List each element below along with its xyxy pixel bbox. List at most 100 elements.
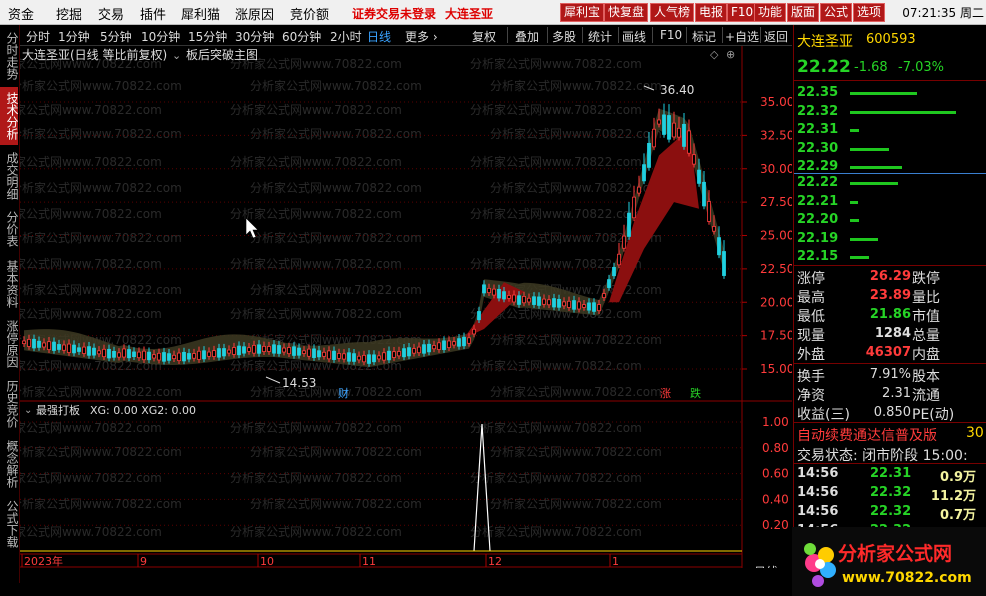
stat-label: 总量: [912, 328, 940, 344]
tab-price-table[interactable]: 分价表: [0, 207, 19, 251]
promo-banner-tail: 30: [966, 425, 984, 441]
candle-body: [357, 355, 361, 361]
indicator-tick-label: 0.80: [762, 441, 789, 455]
period-15min[interactable]: 15分钟: [188, 28, 227, 45]
btn-formula[interactable]: 公式: [820, 3, 853, 22]
tick-time: 14:56: [797, 466, 839, 481]
period-2hour[interactable]: 2小时: [330, 28, 362, 45]
watermark-text: 分析家公式网www.70822.com: [20, 282, 182, 297]
separator: [547, 27, 548, 43]
tab-basic-info[interactable]: 基本资料: [0, 255, 19, 313]
candle-body: [117, 352, 121, 358]
tab-limit-reason[interactable]: 涨停原因: [0, 315, 19, 373]
tool-add-watchlist[interactable]: +自选: [725, 28, 759, 45]
stat-label: 流通: [912, 388, 940, 404]
period-60min[interactable]: 60分钟: [282, 28, 321, 45]
candle-body: [292, 346, 296, 356]
stat-label: 市值: [912, 309, 940, 325]
period-more[interactable]: 更多 ›: [405, 28, 438, 45]
buy-volume-bar: [850, 182, 898, 185]
candle-body: [27, 338, 31, 347]
btn-xilibao[interactable]: 犀利宝: [560, 3, 605, 22]
stat-value: 23.89: [869, 288, 911, 303]
stat-value: 46307: [865, 345, 911, 360]
period-30min[interactable]: 30分钟: [235, 28, 274, 45]
menu-item-funds[interactable]: 资金: [8, 4, 34, 23]
watermark-text: 分析家公式网www.70822.com: [230, 206, 402, 221]
zoom-icon[interactable]: ⊕: [726, 48, 735, 61]
period-5min[interactable]: 5分钟: [100, 28, 132, 45]
period-intraday[interactable]: 分时: [26, 28, 50, 45]
period-10min[interactable]: 10分钟: [141, 28, 180, 45]
tool-back[interactable]: 返回: [764, 28, 788, 45]
tab-trades[interactable]: 成交明细: [0, 147, 19, 205]
tab-formula-download[interactable]: 公式下载: [0, 495, 19, 553]
indicator-tick-label: 0.40: [762, 492, 789, 506]
btn-layout[interactable]: 版面: [787, 3, 820, 22]
candle-body: [412, 348, 416, 354]
candle-body: [57, 344, 61, 350]
marker-cai[interactable]: 财: [338, 386, 349, 400]
tool-mark[interactable]: 标记: [692, 28, 716, 45]
candle-body: [162, 352, 166, 362]
marker-die[interactable]: 跌: [690, 386, 701, 400]
kline-chart[interactable]: 分析家公式网www.70822.com 分析家公式网www.70822.com 分析…: [20, 46, 792, 568]
candle-body: [62, 344, 66, 351]
tool-statistics[interactable]: 统计: [588, 28, 612, 45]
candle-body: [642, 164, 646, 182]
watermark-text: 分析家公式网www.70822.com: [490, 332, 662, 347]
watermark-text: 分析家公式网www.70822.com: [230, 102, 402, 117]
menu-item-mining[interactable]: 挖掘: [56, 4, 82, 23]
tab-technical[interactable]: 技术分析: [0, 87, 19, 145]
tab-concept[interactable]: 概念解析: [0, 435, 19, 493]
tool-draw-line[interactable]: 画线: [622, 28, 646, 45]
marker-zhang[interactable]: 涨: [660, 387, 671, 400]
watermark-text: 分析家公式网www.70822.com: [490, 496, 662, 511]
candle-body: [252, 344, 256, 354]
candle-body: [637, 186, 641, 194]
promo-banner[interactable]: 自动续费通达信普及版: [797, 425, 937, 445]
tab-auction-history[interactable]: 历史竞价: [0, 375, 19, 433]
separator: [760, 27, 761, 43]
btn-popularity[interactable]: 人气榜: [650, 3, 695, 22]
tool-overlay[interactable]: 叠加: [515, 28, 539, 45]
btn-quick-review[interactable]: 快复盘: [604, 3, 649, 22]
period-daily[interactable]: 日线: [367, 28, 391, 45]
watermark-text: 分析家公式网www.70822.com: [230, 470, 402, 485]
sell-price: 22.32: [797, 103, 839, 119]
candle-body: [527, 297, 531, 303]
chevron-down-icon[interactable]: ⌄: [172, 49, 181, 62]
menu-item-xilimao[interactable]: 犀利猫: [181, 4, 220, 23]
stat-value: 21.86: [869, 307, 911, 322]
watermark-text: 分析家公式网www.70822.com: [490, 126, 662, 141]
candle-body: [662, 114, 666, 135]
candle-body: [577, 301, 581, 310]
stat-value: 2.31: [882, 386, 911, 401]
overlay-name[interactable]: 板后突破主图: [186, 47, 258, 62]
chevron-down-icon[interactable]: ⌄: [24, 405, 32, 416]
watermark-text: 分析家公式网www.70822.com: [250, 444, 422, 459]
menu-item-plugins[interactable]: 插件: [140, 4, 166, 23]
btn-options[interactable]: 选项: [853, 3, 886, 22]
period-1min[interactable]: 1分钟: [58, 28, 90, 45]
menu-item-limit-reason[interactable]: 涨原因: [235, 4, 274, 23]
login-warning[interactable]: 证券交易未登录: [352, 5, 436, 22]
tool-f10[interactable]: F10: [660, 28, 682, 42]
menu-item-auction[interactable]: 竞价额: [290, 4, 329, 23]
watermark-text: 分析家公式网www.70822.com: [470, 206, 642, 221]
tool-multi-stock[interactable]: 多股: [552, 28, 576, 45]
left-tab-strip: 分时走势 技术分析 成交明细 分价表 基本资料 涨停原因 历史竞价 概念解析 公…: [0, 25, 20, 583]
candle-body: [467, 337, 471, 344]
btn-function[interactable]: 功能: [754, 3, 787, 22]
menu-item-trade[interactable]: 交易: [98, 4, 124, 23]
indicator-title[interactable]: 最强打板: [36, 403, 80, 417]
tab-intraday[interactable]: 分时走势: [0, 27, 19, 85]
divider: [794, 463, 986, 464]
diamond-icon[interactable]: ◇: [710, 48, 719, 61]
watermark-text: 分析家公式网www.70822.com: [470, 56, 642, 71]
stat-label: 涨停: [797, 271, 825, 287]
btn-telegraph[interactable]: 电报: [695, 3, 728, 22]
btn-f10[interactable]: F10: [727, 3, 758, 22]
book-midline: [794, 173, 986, 174]
tool-adjust[interactable]: 复权: [472, 28, 496, 45]
